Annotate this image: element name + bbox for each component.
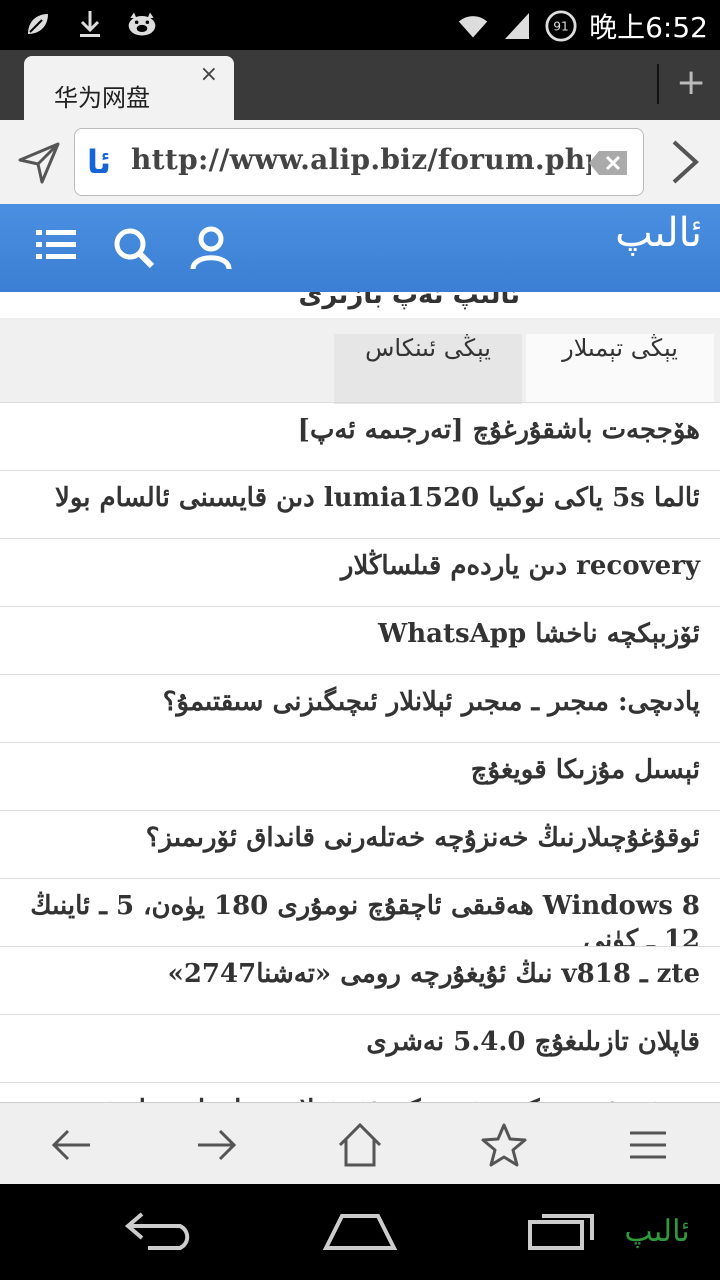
post-title: قاپلان تازىلىغۇچ 5.4.0 نەشرى	[366, 1027, 700, 1057]
post-title: ئۆزبېكچە ناخشا WhatsApp	[378, 619, 700, 649]
send-icon[interactable]	[16, 140, 62, 190]
tab-new-topics[interactable]: يېڭى تېمىلار	[526, 334, 714, 404]
battery-icon: 91	[545, 10, 577, 42]
pig-app-icon	[126, 8, 158, 40]
bookmark-star-icon[interactable]	[480, 1121, 528, 1169]
battery-level: 91	[553, 20, 569, 34]
list-item[interactable]: قاپلان تازىلىغۇچ 5.4.0 نەشرى	[0, 1014, 720, 1082]
url-text[interactable]: http://www.alip.biz/forum.php?	[131, 143, 591, 176]
list-item[interactable]: ئالما 5s ياكى نوكىيا lumia1520 دىن قايسى…	[0, 470, 720, 538]
list-item[interactable]: recovery دىن ياردەم قىلساڭلار	[0, 538, 720, 606]
tab-new-replies[interactable]: يېڭى ئىنكاس	[334, 334, 522, 404]
leaf-notification-icon	[22, 8, 54, 40]
menu-icon[interactable]	[36, 226, 76, 270]
site-logo[interactable]: ئالىپ	[615, 210, 702, 256]
tab-divider	[657, 64, 659, 104]
browser-tab[interactable]: 华为网盘 ×	[24, 56, 234, 120]
go-forward-icon[interactable]	[664, 138, 704, 190]
signal-icon	[501, 10, 533, 42]
system-recents-icon[interactable]	[526, 1208, 598, 1256]
list-item[interactable]: ئوقۇغۇچىلارنىڭ خەنزۇچە خەتلەرنى قانداق ئ…	[0, 810, 720, 878]
browser-toolbar	[0, 1102, 720, 1185]
section-title: ئالىپ ئەپ بازىرى	[298, 292, 520, 310]
post-list: هۆججەت باشقۇرغۇچ [تەرجىمە ئەپ] ئالما 5s …	[0, 402, 720, 1102]
new-tab-button[interactable]: +	[676, 62, 706, 103]
back-arrow-icon[interactable]	[48, 1121, 96, 1169]
post-title: recovery دىن ياردەم قىلساڭلار	[340, 551, 700, 581]
list-item[interactable]: Windows 8 ھەقىقى ئاچقۇچ نومۇرى 180 يۈەن،…	[0, 878, 720, 946]
download-icon	[74, 8, 106, 40]
address-bar: ئا http://www.alip.biz/forum.php?	[0, 120, 720, 204]
post-title: Windows 8 ھەقىقى ئاچقۇچ نومۇرى 180 يۈەن،…	[30, 891, 700, 946]
post-title: zte ـ v818 نىڭ ئۇيغۇرچە رومى «تەشنا2747»	[167, 959, 700, 989]
forum-content: ئالىپ ئەپ بازىرى يېڭى ئىنكاس يېڭى تېمىلا…	[0, 292, 720, 1102]
system-home-icon[interactable]	[322, 1208, 398, 1256]
list-item[interactable]: ئېسىل مۇزىكا قويغۇچ	[0, 742, 720, 810]
forward-arrow-icon[interactable]	[192, 1121, 240, 1169]
tab-close-icon[interactable]: ×	[200, 62, 218, 87]
list-item[interactable]: ئۆزبېكچە ناخشا WhatsApp	[0, 606, 720, 674]
status-bar: 91 晚上6:52	[0, 0, 720, 50]
post-title: مىننۇت ئىچىدە كومپيۇتېردىكى ئۇچۇرلارنى ت…	[16, 1093, 700, 1102]
list-item[interactable]: مىننۇت ئىچىدە كومپيۇتېردىكى ئۇچۇرلارنى ت…	[0, 1082, 720, 1102]
post-title: ئوقۇغۇچىلارنىڭ خەنزۇچە خەتلەرنى قانداق ئ…	[145, 823, 700, 853]
home-icon[interactable]	[336, 1121, 384, 1169]
url-input[interactable]: ئا http://www.alip.biz/forum.php?	[74, 128, 644, 196]
clock: 晚上6:52	[589, 11, 708, 44]
post-title: ئېسىل مۇزىكا قويغۇچ	[470, 755, 700, 785]
post-title: هۆججەت باشقۇرغۇچ [تەرجىمە ئەپ]	[297, 415, 700, 445]
tab-title: 华为网盘	[54, 84, 150, 112]
search-icon[interactable]	[112, 226, 156, 274]
post-title: پادىچى: مىجىر ـ مىجىر ئېلانلار ئىچىگىزنى…	[162, 687, 700, 717]
post-tabs: يېڭى ئىنكاس يېڭى تېمىلار	[0, 318, 720, 404]
site-header: ئالىپ	[0, 204, 720, 292]
post-title: ئالما 5s ياكى نوكىيا lumia1520 دىن قايسى…	[55, 483, 700, 513]
browser-tab-strip: 华为网盘 × +	[0, 50, 720, 120]
watermark-logo: ئالىپ	[624, 1214, 690, 1249]
system-back-icon[interactable]	[124, 1208, 196, 1256]
list-item[interactable]: هۆججەت باشقۇرغۇچ [تەرجىمە ئەپ]	[0, 402, 720, 470]
wifi-icon	[457, 10, 489, 42]
list-item[interactable]: پادىچى: مىجىر ـ مىجىر ئېلانلار ئىچىگىزنى…	[0, 674, 720, 742]
user-icon[interactable]	[190, 226, 232, 274]
browser-menu-icon[interactable]	[624, 1121, 672, 1169]
clear-url-icon[interactable]	[589, 151, 627, 179]
site-favicon-icon: ئا	[87, 143, 112, 181]
list-item[interactable]: zte ـ v818 نىڭ ئۇيغۇرچە رومى «تەشنا2747»	[0, 946, 720, 1014]
